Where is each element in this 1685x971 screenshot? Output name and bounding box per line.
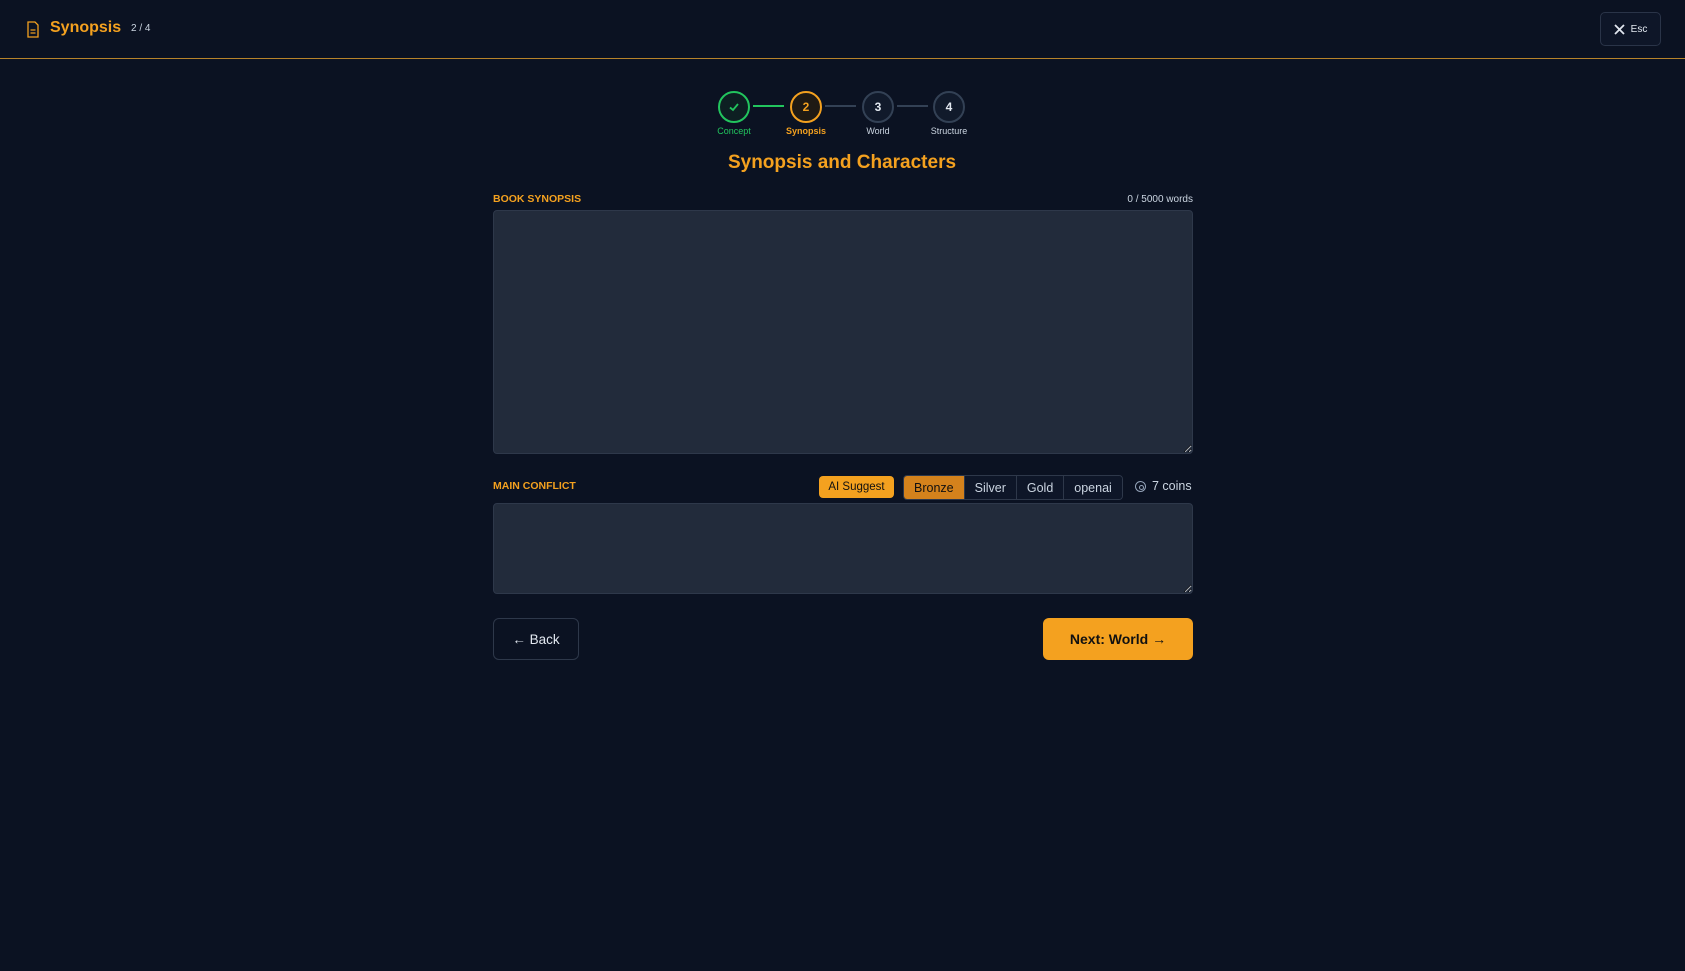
step-connector-2: [825, 105, 856, 107]
step-counter: 2 / 4: [131, 23, 151, 34]
synopsis-label: BOOK SYNOPSIS: [493, 193, 582, 205]
page-title: Synopsis and Characters: [727, 152, 957, 173]
step-label-structure: Structure: [930, 126, 968, 136]
ai-suggest-button[interactable]: AI Suggest: [819, 476, 894, 498]
check-icon: [729, 103, 739, 112]
step-world[interactable]: 3: [862, 91, 894, 123]
coin-icon: [1135, 480, 1146, 492]
tier-selector: Bronze Silver Gold openai: [903, 475, 1123, 500]
word-count: 0 / 5000 words: [1127, 194, 1193, 205]
tier-bronze[interactable]: Bronze: [904, 476, 965, 499]
step-number: 4: [945, 100, 953, 114]
coin-count: 7 coins: [1152, 479, 1192, 493]
document-icon: [27, 21, 39, 38]
step-label-concept: Concept: [717, 126, 751, 136]
step-structure[interactable]: 4: [933, 91, 965, 123]
close-button[interactable]: Esc: [1600, 12, 1661, 46]
main-conflict-textarea[interactable]: [493, 503, 1193, 594]
coin-balance: 7 coins: [1135, 479, 1192, 493]
synopsis-textarea[interactable]: [493, 210, 1193, 454]
step-label-synopsis: Synopsis: [785, 126, 826, 136]
next-button[interactable]: Next: World →: [1043, 618, 1193, 660]
step-number: 2: [802, 100, 810, 114]
page-heading: Synopsis: [50, 19, 122, 36]
step-synopsis[interactable]: 2: [790, 91, 822, 123]
step-label-world: World: [866, 126, 890, 136]
main-conflict-label: MAIN CONFLICT: [493, 480, 576, 492]
close-icon: [1614, 23, 1625, 35]
step-concept[interactable]: [718, 91, 750, 123]
tier-gold[interactable]: Gold: [1016, 476, 1065, 499]
esc-label: Esc: [1630, 23, 1648, 35]
tier-silver[interactable]: Silver: [964, 476, 1017, 499]
step-number: 3: [874, 100, 882, 114]
top-bar: Synopsis 2 / 4 Esc: [0, 0, 1685, 59]
back-button[interactable]: ← Back: [493, 618, 579, 660]
step-connector-3: [897, 105, 928, 107]
tier-openai[interactable]: openai: [1064, 476, 1122, 499]
step-connector-1: [753, 105, 784, 107]
